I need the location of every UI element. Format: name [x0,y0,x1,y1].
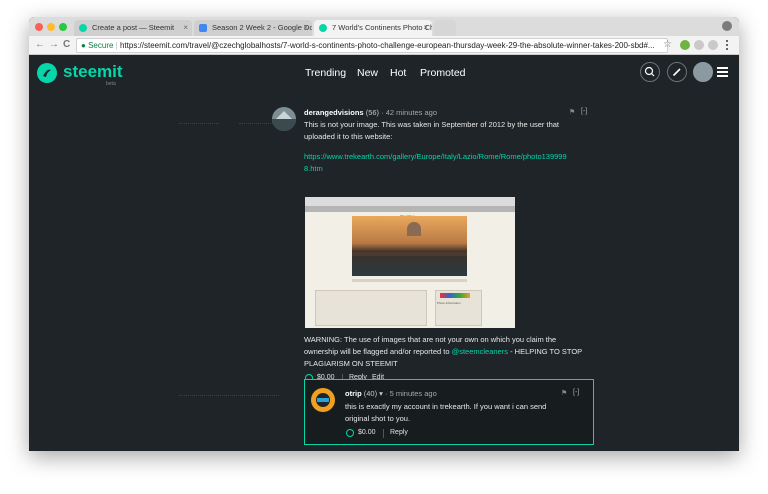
user-avatar[interactable] [693,62,713,82]
tab-label: Create a post — Steemit [92,23,175,32]
secure-label: Secure [88,41,114,50]
search-icon [644,66,655,77]
new-tab-button[interactable] [434,20,456,36]
upvote-button[interactable] [346,429,354,437]
comment-text-line: original shot to you. [345,414,411,423]
tab-close-icon[interactable]: × [183,20,188,36]
trekearth-link[interactable]: https://www.trekearth.com/gallery/Europe… [304,151,604,163]
author-reputation[interactable]: (40) ▾ [364,389,383,398]
write-post-button[interactable] [667,62,687,82]
tab-label: Season 2 Week 2 - Google Do [212,23,312,32]
minimize-window-button[interactable] [47,23,55,31]
comment-author[interactable]: otrip [345,389,362,398]
docs-favicon-icon [199,24,207,32]
steemit-logo-text[interactable]: steemit [63,62,123,82]
comment-text-line: this is exactly my account in trekearth.… [345,402,547,411]
trekearth-link[interactable]: 8.htm [304,163,604,175]
close-window-button[interactable] [35,23,43,31]
steemit-header: steemit beta Trending New Hot Promoted [29,55,739,91]
lock-icon: ● [81,41,86,50]
divider [179,395,279,397]
collapse-button[interactable]: [-] [581,108,587,115]
nav-hot[interactable]: Hot [390,67,406,79]
tab-close-icon[interactable]: × [303,20,308,36]
divider [383,429,384,438]
url-text: https://steemit.com/travel/@czechglobalh… [119,41,655,50]
steemit-favicon-icon [319,24,327,32]
menu-dots-icon[interactable] [726,40,730,50]
hamburger-icon[interactable] [717,67,728,79]
embedded-screenshot: Tiber River Photo Information [305,197,515,328]
comment-author-line: otrip (40) ▾ · 5 minutes ago [345,389,437,398]
profile-icon[interactable] [722,21,732,31]
avatar[interactable] [272,107,296,131]
steemit-favicon-icon [79,24,87,32]
payout-value[interactable]: $0.00 [358,429,376,436]
nav-new[interactable]: New [357,67,378,79]
comment-body: this is exactly my account in trekearth.… [345,401,585,425]
nav-trending[interactable]: Trending [305,67,346,79]
collapse-button[interactable]: [-] [573,389,579,396]
reply-button[interactable]: Reply [390,429,408,436]
comments-area: derangedvisions (56) · 42 minutes ago ⚑ … [29,91,739,451]
divider [179,123,219,125]
flag-icon[interactable]: ⚑ [569,108,575,116]
comment-timestamp[interactable]: · 42 minutes ago [381,108,437,117]
back-arrow-icon[interactable]: ← [35,38,45,52]
browser-window: Create a post — Steemit × Season 2 Week … [29,17,739,451]
url-input[interactable]: ● Secure | https://steemit.com/travel/@c… [76,38,668,53]
forward-arrow-icon[interactable]: → [49,38,59,52]
warning-text: WARNING: The use of images that are not … [304,334,604,370]
reply-comment: otrip (40) ▾ · 5 minutes ago ⚑ [-] this … [304,379,594,445]
tab-google-doc[interactable]: Season 2 Week 2 - Google Do × [194,20,312,36]
comment-text-line: uploaded it to this website: [304,132,393,141]
comment-timestamp[interactable]: · 5 minutes ago [385,389,437,398]
tab-create-post[interactable]: Create a post — Steemit × [74,20,192,36]
warning-line: ownership will be flagged and/or reporte… [304,347,583,356]
reload-icon[interactable]: C [63,38,70,52]
extension-icon[interactable] [694,40,704,50]
tab-bar: Create a post — Steemit × Season 2 Week … [29,17,739,36]
pencil-icon [672,68,681,77]
warning-line: PLAGIARISM ON STEEMIT [304,359,398,368]
steemit-logo-icon[interactable] [37,63,57,83]
flag-icon[interactable]: ⚑ [561,389,567,397]
warning-line: WARNING: The use of images that are not … [304,335,557,344]
extension-mail-icon[interactable] [708,40,718,50]
embed-photo-info: Photo Information [437,301,461,305]
tab-label: 7 World's Continents Photo Ch [332,23,432,32]
comment-text-line: This is not your image. This was taken i… [304,120,559,129]
nav-promoted[interactable]: Promoted [420,67,466,79]
rome-photo [352,216,467,276]
search-button[interactable] [640,62,660,82]
zoom-window-button[interactable] [59,23,67,31]
tab-close-icon[interactable]: × [423,20,428,36]
comment-author[interactable]: derangedvisions [304,108,364,117]
address-bar: ← → C ● Secure | https://steemit.com/tra… [29,36,739,55]
tab-steemit-post[interactable]: 7 World's Continents Photo Ch × [314,20,432,36]
bookmark-star-icon[interactable]: ☆ [663,38,672,52]
comment-body: This is not your image. This was taken i… [304,119,604,175]
author-reputation: (56) [365,108,380,117]
avatar[interactable] [311,388,335,412]
comment-author-line: derangedvisions (56) · 42 minutes ago [304,108,437,117]
extension-check-icon[interactable] [680,40,690,50]
beta-label: beta [106,81,116,87]
steemcleaners-link[interactable]: @steemcleaners [452,347,508,356]
